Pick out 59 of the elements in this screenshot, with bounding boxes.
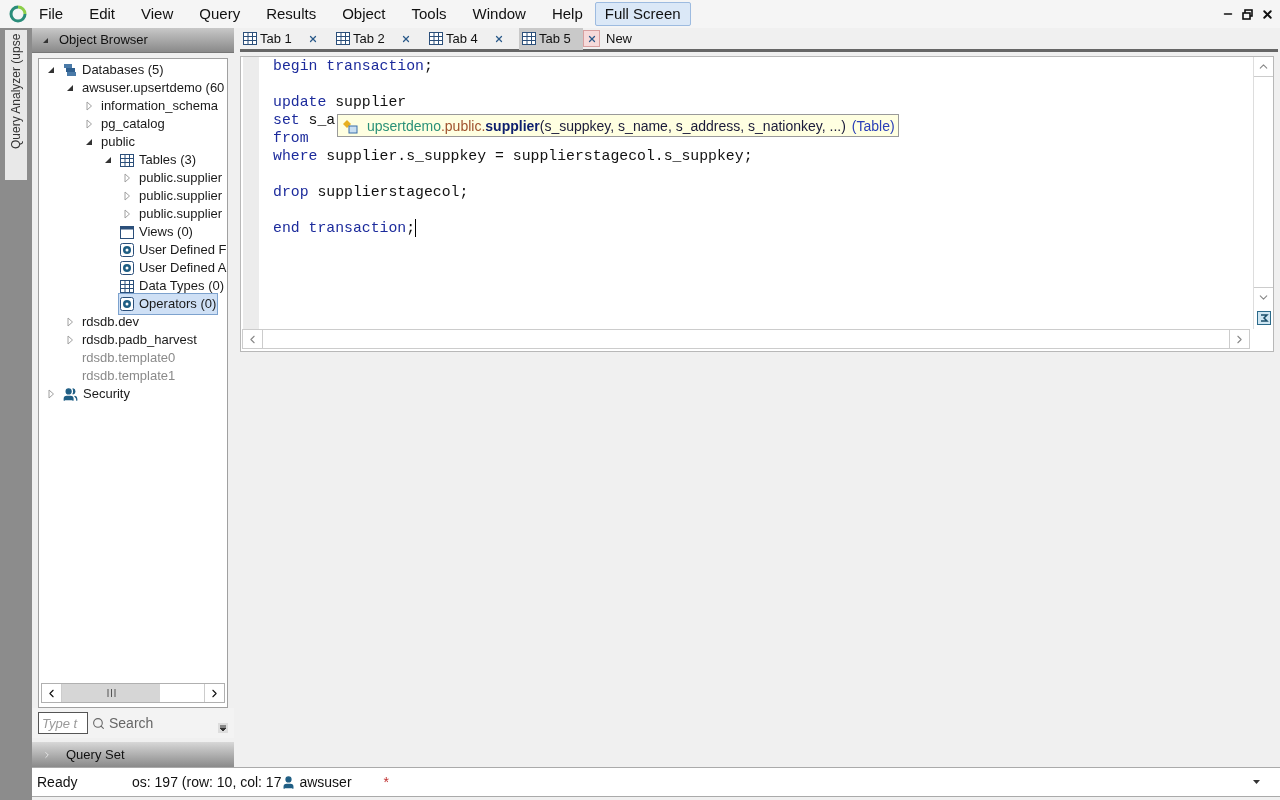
users-icon <box>63 386 78 402</box>
menu-item[interactable]: Results <box>266 2 317 26</box>
table-icon <box>336 32 350 45</box>
status-text: Ready <box>37 772 79 792</box>
code-line: update supplier <box>273 93 407 111</box>
full-screen-button[interactable]: Full Screen <box>594 2 691 26</box>
menu-item[interactable]: Edit <box>89 2 116 26</box>
window-icon <box>120 225 134 239</box>
app-logo-icon <box>9 5 27 23</box>
table-icon <box>120 279 134 293</box>
close-tab-icon[interactable] <box>586 33 597 44</box>
code-line: set s_a <box>273 111 336 129</box>
tab[interactable]: Tab 1 <box>240 27 304 50</box>
menu-item[interactable]: View <box>141 2 174 26</box>
search-button[interactable]: Search <box>92 712 154 734</box>
menu-item[interactable]: Object <box>342 2 386 26</box>
menu-item[interactable]: File <box>39 2 64 26</box>
panel-title: Query Set <box>66 745 125 764</box>
tab[interactable]: Tab 4 <box>426 27 490 50</box>
tree-item[interactable]: Operators (0) <box>118 293 219 315</box>
modified-marker: * <box>383 772 389 792</box>
restore-icon[interactable] <box>1242 8 1253 20</box>
code-line: from <box>273 129 309 147</box>
collapse-caret-icon[interactable] <box>42 36 49 44</box>
horizontal-scrollbar[interactable] <box>41 683 225 703</box>
dropdown-icon[interactable] <box>218 723 228 733</box>
code-line: begin transaction; <box>273 57 433 75</box>
table-column-icon <box>341 117 361 134</box>
code-line: end transaction; <box>273 219 417 237</box>
table-icon <box>243 32 257 45</box>
menu-item[interactable]: Help <box>551 2 583 26</box>
close-icon[interactable] <box>1261 7 1274 21</box>
cursor-position: os: 197 (row: 10, col: 17 <box>132 772 282 792</box>
code-line: where supplier.s_suppkey = supplierstagecol.s_suppkey; <box>273 147 753 165</box>
tooltip-text: upsertdemo.public.supplier(s_suppkey, s_name, s_address, s_nationkey, ...) (Table) <box>367 116 895 135</box>
close-tab-icon[interactable] <box>400 33 411 44</box>
close-tab-icon[interactable] <box>307 33 318 44</box>
dropdown-caret-icon[interactable] <box>1253 780 1260 784</box>
close-tab-icon[interactable] <box>493 33 504 44</box>
scroll-thumb[interactable] <box>62 684 160 702</box>
menu-item[interactable]: Query <box>199 2 241 26</box>
user-name: awsuser <box>299 772 352 792</box>
tab[interactable]: Tab 5 <box>519 27 583 50</box>
table-icon <box>429 32 443 45</box>
database-icon <box>63 63 77 77</box>
search-icon <box>92 716 105 730</box>
menu-item[interactable]: Window <box>472 2 526 26</box>
panel-title: Object Browser <box>59 31 148 50</box>
code-line: drop supplierstagecol; <box>273 183 469 201</box>
vertical-scrollbar[interactable] <box>1253 57 1273 329</box>
panel-header[interactable]: Query Set <box>32 742 234 767</box>
table-icon <box>522 32 536 45</box>
new-tab[interactable]: New <box>606 28 632 49</box>
tab[interactable]: Tab 2 <box>333 27 397 50</box>
grip-icon <box>106 689 116 697</box>
table-icon <box>120 153 134 167</box>
user-icon <box>281 774 297 790</box>
search-field[interactable]: Type t <box>38 712 88 734</box>
menu-item[interactable]: Tools <box>411 2 447 26</box>
